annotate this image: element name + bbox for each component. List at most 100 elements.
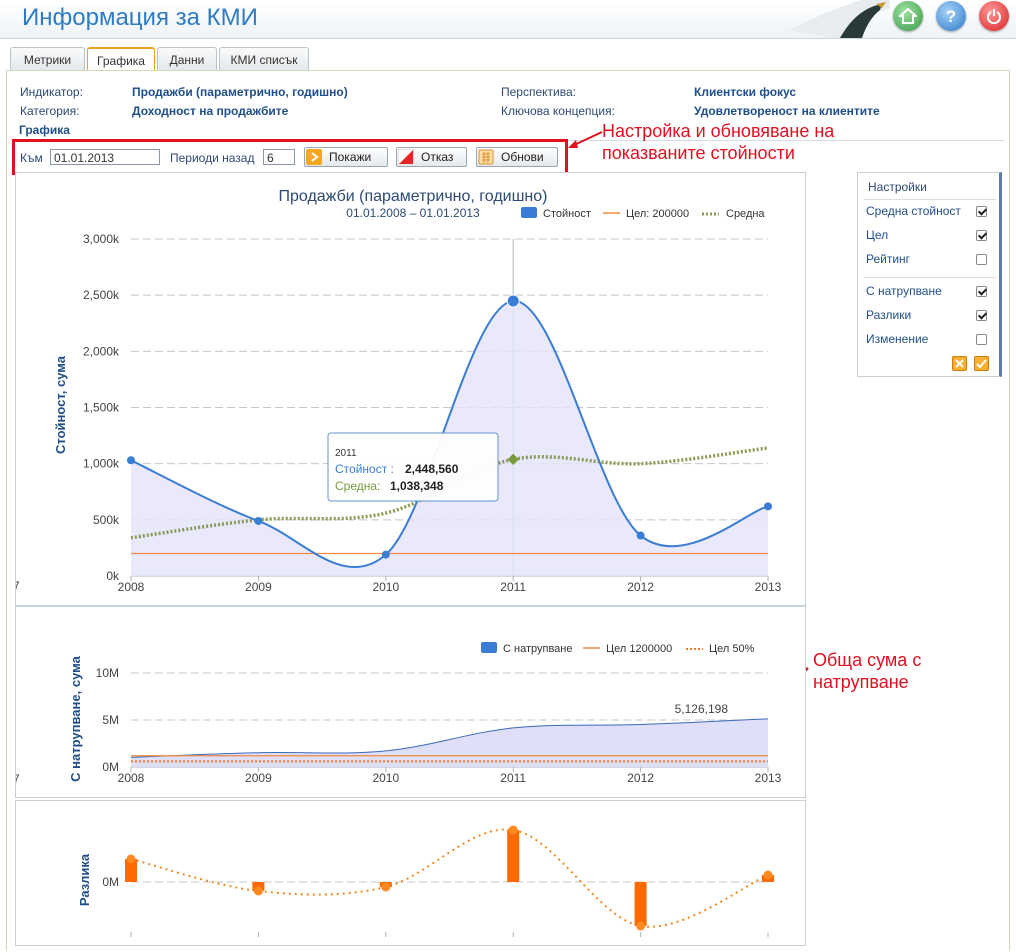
cumulative-note-line1: Обща сума с xyxy=(813,650,922,670)
tooltip-avg: 1,038,348 xyxy=(390,479,444,493)
value-point xyxy=(254,516,263,525)
app-header: Информация за КМИ ? xyxy=(0,0,1016,39)
settings-divider xyxy=(864,199,996,200)
check-icon xyxy=(976,359,987,369)
legend-value-label: Стойност xyxy=(543,208,591,220)
chart-subtitle: 01.01.2008 – 01.01.2013 xyxy=(346,206,480,220)
y-axis-title: Стойност, сума xyxy=(53,355,68,454)
settings-apply-button[interactable] xyxy=(974,356,989,371)
settings-cancel-button[interactable] xyxy=(952,356,967,371)
setting-average: Средна стойност xyxy=(866,204,961,218)
to-date-input[interactable]: 01.01.2013 xyxy=(50,149,160,165)
value-point xyxy=(506,294,520,308)
tooltip-avg-label: Средна: xyxy=(335,479,380,493)
setting-rating: Рейтинг xyxy=(866,252,911,266)
bird-logo-icon xyxy=(790,0,890,38)
value-point xyxy=(127,456,135,465)
tooltip-value-label: Стойност : xyxy=(335,462,394,476)
indicator-value: Продажби (параметрично, годишно) xyxy=(132,85,348,99)
refresh-button[interactable]: Обнови xyxy=(476,147,558,167)
y-tick-label: 500k xyxy=(93,513,120,527)
power-icon xyxy=(987,9,1001,24)
concept-label: Ключова концепция: xyxy=(501,104,615,118)
settings-panel: Настройки Средна стойност Цел Рейтинг С … xyxy=(857,172,1002,377)
home-button[interactable] xyxy=(893,1,923,31)
difference-point xyxy=(126,854,136,864)
cancel-button[interactable]: Отказ xyxy=(396,147,467,167)
setting-average-checkbox[interactable] xyxy=(976,206,987,217)
section-title: Графика xyxy=(19,123,70,137)
y-tick-label: 2,000k xyxy=(83,344,120,358)
cumulative-chart-frame: С натрупване Цел 1200000 Цел 50% С натру… xyxy=(13,606,806,798)
y-tick-label: 5M xyxy=(102,713,119,727)
setting-differences-checkbox[interactable] xyxy=(976,310,987,321)
difference-point xyxy=(636,921,646,931)
calendar-icon xyxy=(478,149,494,165)
sales-line-chart: Продажби (параметрично, годишно) 01.01.2… xyxy=(13,188,782,594)
show-button[interactable]: Покажи xyxy=(304,147,388,167)
x-tick-label: 2008 xyxy=(118,580,145,594)
y-axis-title: Разлика xyxy=(77,853,92,906)
x-tick-label: 2010 xyxy=(372,580,399,594)
filter-note-line2: показваните стойности xyxy=(602,143,795,163)
legend-target50-label: Цел 50% xyxy=(709,643,755,655)
filter-note: Настройка и обновяване на показваните ст… xyxy=(602,120,834,164)
setting-cumulative-checkbox[interactable] xyxy=(976,286,987,297)
periods-back-input[interactable]: 6 xyxy=(263,149,295,165)
setting-differences: Разлики xyxy=(866,308,912,322)
difference-point xyxy=(253,886,263,896)
difference-bar-chart: Разлика 0M xyxy=(77,825,774,937)
cumulative-note-line2: натрупване xyxy=(813,672,909,692)
tooltip: 2011 Стойност : 2,448,560 Средна: 1,038,… xyxy=(327,432,499,502)
filter-note-arrow xyxy=(568,131,603,148)
legend-avg-label: Средна xyxy=(726,208,765,220)
axis-stub: 7 xyxy=(16,772,20,786)
legend-cumulative-swatch xyxy=(481,642,497,653)
concept-value: Удовлетвореност на клиентите xyxy=(694,104,880,118)
legend-target-label: Цел: 200000 xyxy=(626,208,689,220)
x-tick-label: 2011 xyxy=(500,771,526,785)
y-tick-label: 10M xyxy=(96,666,119,680)
logout-button[interactable] xyxy=(979,1,1009,31)
difference-point xyxy=(508,825,518,835)
cumulative-note: Обща сума с натрупване xyxy=(813,649,921,693)
setting-target: Цел xyxy=(866,228,889,242)
svg-text:?: ? xyxy=(946,7,956,25)
settings-divider xyxy=(864,277,996,278)
x-tick-label: 2008 xyxy=(118,771,145,785)
tab-kmi-list[interactable]: КМИ списък xyxy=(219,47,309,71)
difference-bar xyxy=(634,882,647,926)
x-tick-label: 2012 xyxy=(627,580,654,594)
legend-target-label: Цел 1200000 xyxy=(606,643,672,655)
setting-target-checkbox[interactable] xyxy=(976,230,987,241)
x-tick-label: 2013 xyxy=(755,771,782,785)
x-tick-label: 2009 xyxy=(245,771,272,785)
tab-data[interactable]: Данни xyxy=(157,47,217,71)
tooltip-value: 2,448,560 xyxy=(405,462,459,476)
main-chart-frame: Продажби (параметрично, годишно) 01.01.2… xyxy=(13,172,806,606)
difference-chart-frame: Разлика 0M xyxy=(15,800,806,946)
y-tick-label: 0M xyxy=(102,760,119,774)
chart-title: Продажби (параметрично, годишно) xyxy=(279,188,548,205)
y-axis-title: С натрупване, сума xyxy=(68,655,83,781)
perspective-value: Клиентски фокус xyxy=(694,85,797,99)
x-tick-label: 2011 xyxy=(500,580,526,594)
setting-change-checkbox[interactable] xyxy=(976,334,987,345)
show-button-label: Покажи xyxy=(329,150,372,164)
value-point xyxy=(381,550,390,559)
difference-bar xyxy=(507,830,520,882)
periods-back-label: Периоди назад xyxy=(170,151,255,165)
y-tick-label: 1,000k xyxy=(83,457,120,471)
category-value: Доходност на продажбите xyxy=(132,104,289,118)
value-point xyxy=(764,502,772,511)
setting-rating-checkbox[interactable] xyxy=(976,254,987,265)
cancel-icon xyxy=(398,149,414,165)
to-date-label: Към xyxy=(20,151,43,165)
x-tick-label: 2012 xyxy=(627,771,654,785)
setting-change: Изменение xyxy=(866,332,929,346)
axis-stub: 7 xyxy=(16,579,20,593)
close-icon xyxy=(955,359,964,368)
tab-metrics[interactable]: Метрики xyxy=(10,47,85,71)
help-button[interactable]: ? xyxy=(936,1,966,31)
y-tick-label: 1,500k xyxy=(83,401,120,415)
